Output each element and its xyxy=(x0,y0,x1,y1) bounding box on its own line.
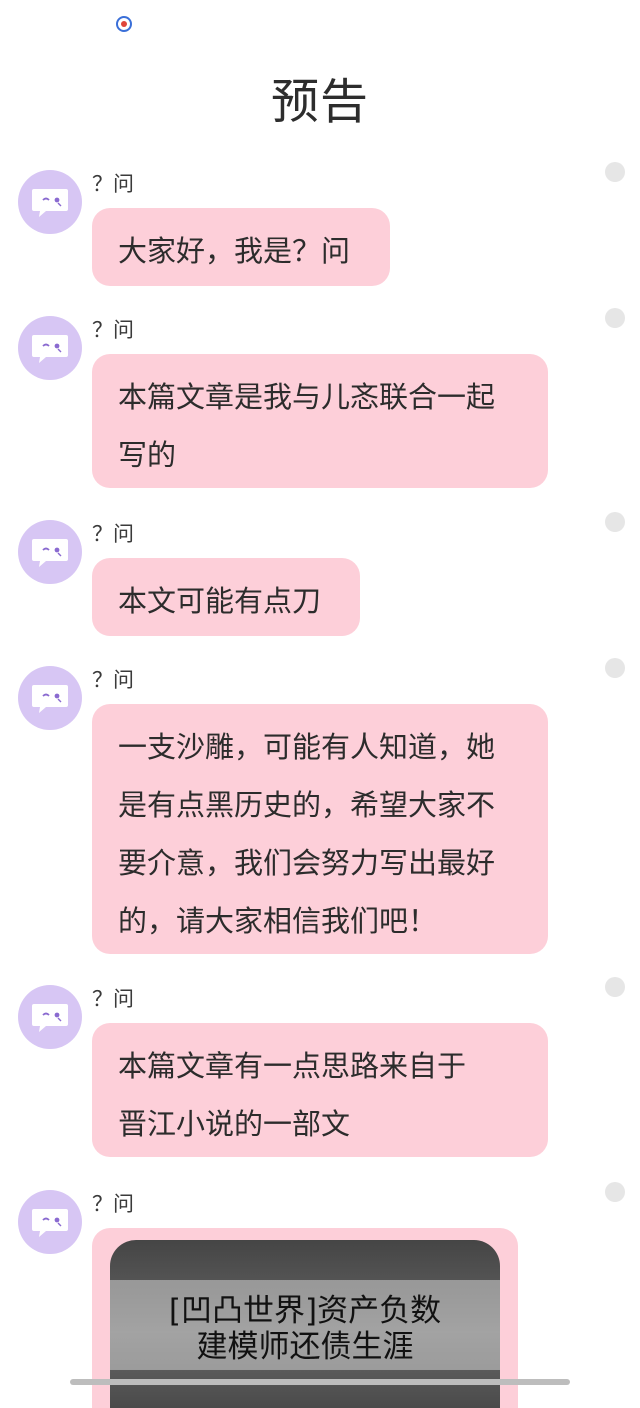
avatar[interactable] xyxy=(18,170,82,234)
chat-bubble-face-icon xyxy=(32,685,68,713)
message-status-dot xyxy=(605,512,625,532)
sender-name: ？问 xyxy=(92,172,134,196)
sender-name: ？问 xyxy=(92,987,134,1011)
sender-name: ？问 xyxy=(92,522,134,546)
chat-bubble-face-icon xyxy=(32,335,68,363)
sender-name: ？问 xyxy=(92,318,134,342)
message-status-dot xyxy=(605,162,625,182)
image-caption-line-2: 建模师还债生涯 xyxy=(196,1329,414,1365)
avatar[interactable] xyxy=(18,316,82,380)
message-bubble[interactable]: 本文可能有点刀 xyxy=(92,558,360,636)
avatar[interactable] xyxy=(18,1190,82,1254)
message-status-dot xyxy=(605,977,625,997)
message-status-dot xyxy=(605,658,625,678)
message-bubble[interactable]: 本篇文章有一点思路来自于 晋江小说的一部文 xyxy=(92,1023,548,1157)
sender-name: ？问 xyxy=(92,1192,134,1216)
message-bubble[interactable]: 一支沙雕，可能有人知道，她 是有点黑历史的，希望大家不 要介意，我们会努力写出最… xyxy=(92,704,548,954)
avatar[interactable] xyxy=(18,520,82,584)
app-status-icon xyxy=(116,16,132,32)
avatar[interactable] xyxy=(18,666,82,730)
chat-bubble-face-icon xyxy=(32,1209,68,1237)
message-bubble[interactable]: 本篇文章是我与儿忞联合一起 写的 xyxy=(92,354,548,488)
message-bubble[interactable]: 大家好，我是？问 xyxy=(92,208,390,286)
sender-name: ？问 xyxy=(92,668,134,692)
home-indicator[interactable] xyxy=(70,1379,570,1385)
chat-bubble-face-icon xyxy=(32,189,68,217)
avatar[interactable] xyxy=(18,985,82,1049)
page-title: 预告 xyxy=(270,74,369,130)
message-status-dot xyxy=(605,1182,625,1202)
image-caption-line-1: [凹凸世界]资产负数 xyxy=(168,1293,442,1329)
chat-bubble-face-icon xyxy=(32,539,68,567)
message-status-dot xyxy=(605,308,625,328)
chat-bubble-face-icon xyxy=(32,1004,68,1032)
